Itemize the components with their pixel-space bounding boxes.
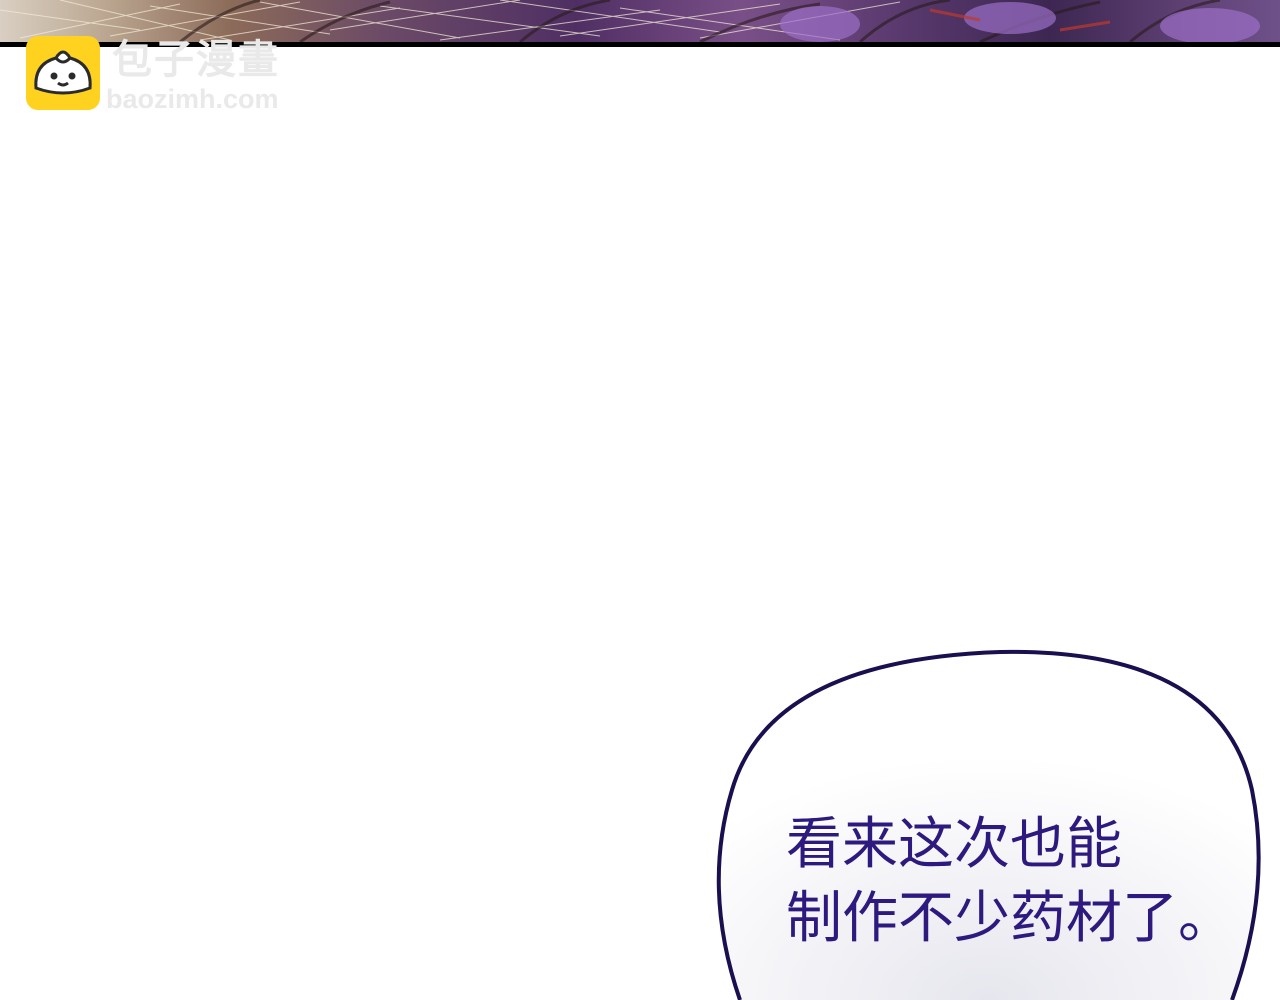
speech-bubble-text: 看来这次也能 制作不少药材了。	[786, 808, 1234, 956]
speech-bubble: 看来这次也能 制作不少药材了。	[700, 640, 1280, 1000]
watermark-url: baozimh.com	[106, 84, 279, 114]
watermark: 包子漫畫 baozimh.com	[24, 34, 324, 114]
watermark-title: 包子漫畫	[112, 37, 280, 83]
speech-line-2: 制作不少药材了。	[786, 886, 1234, 951]
steamed-bun-icon	[26, 36, 100, 110]
speech-line-1: 看来这次也能	[786, 812, 1122, 877]
